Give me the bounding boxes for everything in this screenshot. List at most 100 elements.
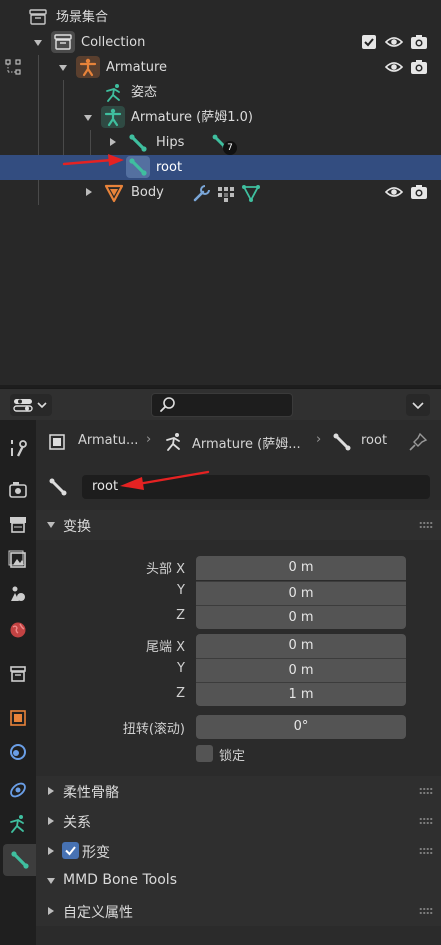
view-layer-icon: [8, 550, 26, 568]
drag-grip-icon[interactable]: [419, 907, 433, 915]
search-icon: [160, 397, 175, 412]
tab-scene[interactable]: [3, 578, 33, 610]
tail-x-field[interactable]: 0 m: [196, 634, 406, 658]
tab-tool[interactable]: [3, 432, 33, 464]
pose-icon: [104, 83, 124, 107]
collection-icon: [51, 31, 75, 53]
tab-armature-data[interactable]: [3, 808, 33, 840]
annotation-arrow-icon: [116, 468, 212, 498]
tab-world[interactable]: [3, 614, 33, 646]
lock-checkbox[interactable]: [196, 745, 213, 762]
expand-arrow-icon: [47, 878, 55, 884]
vertex-groups-icon[interactable]: [216, 183, 236, 207]
collapse-arrow-icon: [48, 847, 54, 855]
tab-physics[interactable]: [3, 736, 33, 768]
panel-bendy-bones-header[interactable]: 柔性骨骼: [36, 776, 441, 806]
panel-deform-header[interactable]: 形变: [36, 836, 441, 866]
tab-constraints[interactable]: [3, 774, 33, 806]
scene-collection-label: 场景集合: [56, 10, 109, 25]
outliner-row-collection[interactable]: Collection: [0, 30, 441, 55]
expand-arrow-icon[interactable]: [34, 40, 42, 46]
object-icon: [10, 710, 26, 726]
editor-type-dropdown[interactable]: [10, 394, 52, 416]
tail-z-label: Z: [176, 686, 185, 701]
deform-checkbox[interactable]: [62, 842, 79, 859]
panel-custom-props-header[interactable]: 自定义属性: [36, 896, 441, 926]
hips-child-count-badge: 7: [223, 141, 237, 155]
checkbox-checked-icon[interactable]: [362, 35, 376, 49]
panel-relations-title: 关系: [63, 815, 91, 831]
tab-bone[interactable]: [3, 844, 36, 876]
panel-bendy-bones-title: 柔性骨骼: [63, 785, 119, 801]
camera-icon[interactable]: [410, 184, 428, 204]
armature-data-icon: [101, 106, 125, 128]
tail-z-field[interactable]: 1 m: [196, 682, 406, 706]
eye-icon[interactable]: [384, 35, 404, 53]
root-label: root: [156, 160, 183, 175]
tool-icon: [11, 440, 27, 457]
breadcrumb-object[interactable]: Armatu...: [78, 433, 138, 448]
world-icon: [10, 622, 26, 638]
expand-arrow-icon[interactable]: [84, 115, 92, 121]
bone-icon: [49, 478, 67, 496]
checkmark-icon: [65, 846, 76, 856]
options-dropdown[interactable]: [406, 394, 430, 416]
tab-view-layer[interactable]: [3, 544, 33, 576]
outliner-row-pose[interactable]: 姿态: [0, 80, 441, 105]
eye-icon[interactable]: [384, 185, 404, 203]
roll-field[interactable]: 0°: [196, 715, 406, 739]
properties-main: Armatu... › Armature (萨姆... › root root …: [36, 420, 441, 945]
breadcrumb-separator-icon: ›: [146, 432, 152, 447]
panel-transform-header[interactable]: 变换: [36, 510, 441, 540]
collection-icon: [10, 666, 26, 682]
outliner-row-scene-collection[interactable]: 场景集合: [0, 5, 441, 30]
tab-object[interactable]: [3, 702, 33, 734]
expand-arrow-icon: [47, 522, 55, 528]
body-label: Body: [131, 185, 164, 200]
expand-arrow-icon[interactable]: [86, 188, 92, 196]
head-x-field[interactable]: 0 m: [196, 556, 406, 580]
drag-grip-icon[interactable]: [419, 847, 433, 855]
head-y-field[interactable]: 0 m: [196, 581, 406, 605]
expand-arrow-icon[interactable]: [59, 65, 67, 71]
panel-transform-body: 头部 X 0 m Y 0 m Z 0 m 尾端 X 0 m Y 0 m Z 1 …: [36, 540, 441, 775]
armature-data-icon: [166, 433, 180, 451]
panel-relations-header[interactable]: 关系: [36, 806, 441, 836]
expand-arrow-icon[interactable]: [110, 138, 116, 146]
collection-icon: [28, 8, 48, 30]
breadcrumb-separator-icon: ›: [316, 432, 322, 447]
camera-icon[interactable]: [410, 59, 428, 79]
outliner-row-body[interactable]: Body: [0, 180, 441, 205]
search-input[interactable]: [151, 393, 293, 417]
outliner-panel: 场景集合 Collection Armature 姿态 Armature (萨姆…: [0, 0, 441, 385]
lock-label: 锁定: [219, 749, 246, 764]
outliner-row-armature-object[interactable]: Armature: [0, 55, 441, 80]
pin-icon[interactable]: [408, 432, 428, 452]
drag-grip-icon[interactable]: [419, 817, 433, 825]
armature-data-label: Armature (萨姆1.0): [131, 110, 253, 125]
wrench-modifier-icon[interactable]: [192, 183, 212, 207]
panel-mmd-bone-tools-header[interactable]: MMD Bone Tools: [36, 866, 441, 896]
panel-transform-title: 变换: [63, 519, 91, 535]
breadcrumb-armature[interactable]: Armature (萨姆...: [192, 433, 301, 452]
eye-icon[interactable]: [384, 60, 404, 78]
drag-grip-icon[interactable]: [419, 521, 433, 529]
bone-icon: [10, 851, 29, 869]
outliner-row-armature-data[interactable]: Armature (萨姆1.0): [0, 105, 441, 130]
drag-grip-icon[interactable]: [419, 787, 433, 795]
panel-deform-title: 形变: [82, 845, 110, 861]
camera-icon[interactable]: [410, 34, 428, 54]
collection-label: Collection: [81, 35, 146, 50]
mesh-data-icon[interactable]: [241, 183, 261, 207]
scene-icon: [11, 586, 25, 601]
tail-y-label: Y: [177, 661, 185, 676]
breadcrumb-bone[interactable]: root: [361, 433, 387, 448]
tab-collection[interactable]: [3, 658, 33, 690]
tab-output[interactable]: [3, 508, 33, 540]
annotation-arrow-icon: [62, 152, 128, 176]
tab-render[interactable]: [3, 474, 33, 506]
collapse-arrow-icon: [48, 817, 54, 825]
head-z-field[interactable]: 0 m: [196, 605, 406, 629]
tail-y-field[interactable]: 0 m: [196, 658, 406, 682]
bone-icon: [126, 156, 150, 178]
